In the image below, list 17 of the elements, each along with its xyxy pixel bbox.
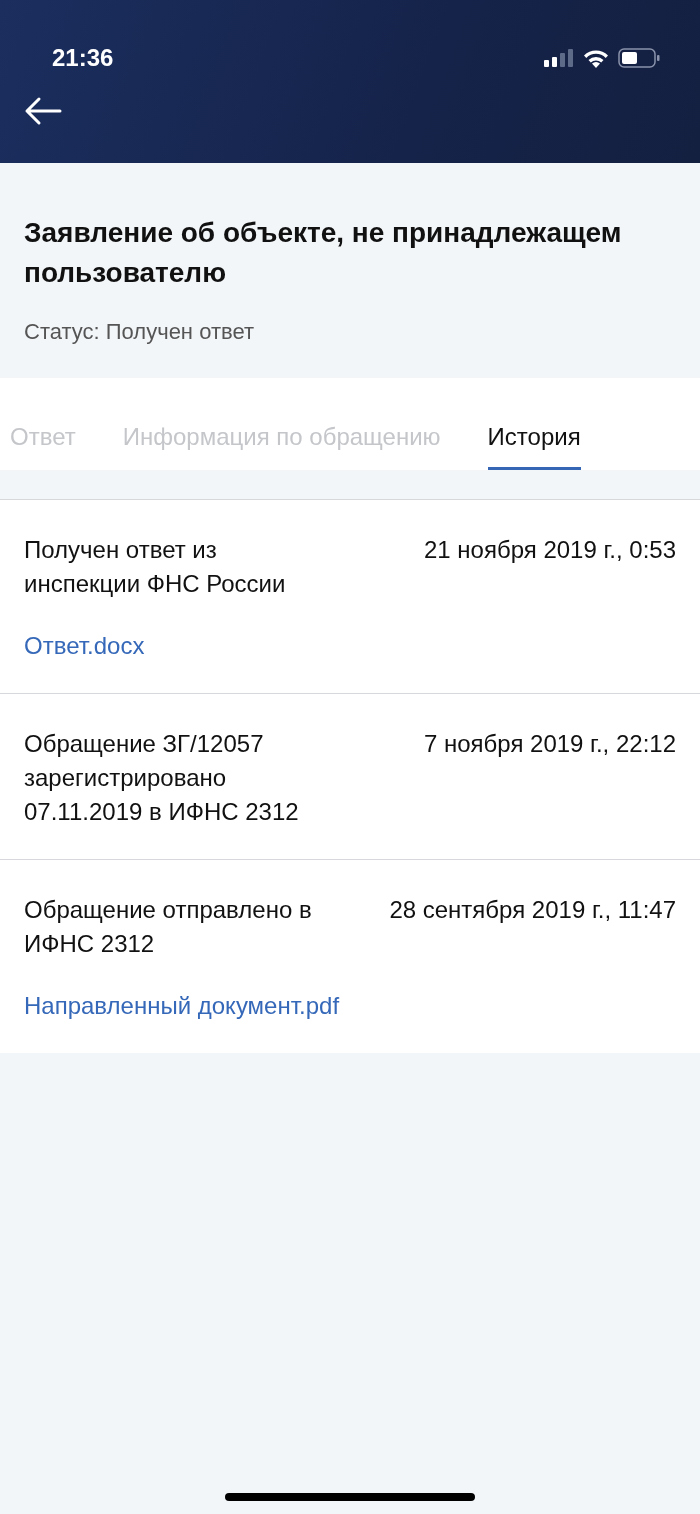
event-text: Обращение ЗГ/12057 зарегистрировано 07.11.2019 в ИФНС 2312 bbox=[24, 729, 300, 827]
battery-icon bbox=[618, 48, 660, 68]
back-arrow-icon bbox=[24, 96, 62, 126]
tab[interactable]: История bbox=[487, 378, 581, 470]
attachment-link[interactable]: Направленный документ.pdf bbox=[24, 989, 340, 1023]
event-text: Обращение отправлено в ИФНС 2312 bbox=[24, 895, 313, 959]
page-title: Заявление об объекте, не принадлежащем пользователю bbox=[23, 216, 623, 290]
wifi-icon bbox=[582, 48, 610, 68]
signal-icon bbox=[544, 49, 574, 67]
event-date: 21 ноября 2019 г., 0:53 bbox=[423, 535, 676, 565]
attachment-link[interactable]: Ответ.docx bbox=[24, 629, 145, 663]
status-time: 21:36 bbox=[52, 43, 114, 73]
event-text: Получен ответ из инспекции ФНС России bbox=[24, 535, 287, 599]
status-text: Статус: Получен ответ bbox=[23, 318, 255, 346]
event-date: 7 ноября 2019 г., 22:12 bbox=[423, 729, 676, 759]
back-button[interactable] bbox=[24, 96, 62, 126]
event-date: 28 сентября 2019 г., 11:47 bbox=[389, 895, 676, 925]
